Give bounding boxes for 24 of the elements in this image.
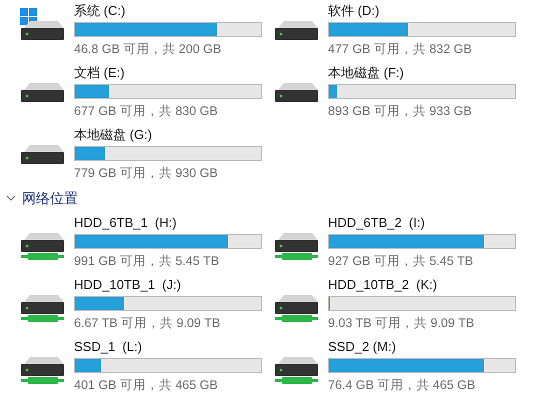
free-space-text: 991 GB 可用，共 5.45 TB — [74, 253, 220, 270]
section-title[interactable]: 网络位置 — [22, 188, 78, 208]
free-space-text: 9.03 TB 可用，共 9.09 TB — [328, 315, 476, 332]
free-space-text: 477 GB 可用，共 832 GB — [328, 41, 473, 58]
chevron-down-icon[interactable] — [6, 193, 16, 203]
drive-name: 本地磁盘 (F:) — [328, 64, 405, 82]
drive-name: SSD_1 (L:) — [74, 338, 143, 356]
drive-name: HDD_10TB_1 (J:) — [74, 276, 182, 294]
free-space-text: 401 GB 可用，共 465 GB — [74, 377, 219, 394]
free-space-text: 677 GB 可用，共 830 GB — [74, 103, 219, 120]
drive-name: HDD_10TB_2 (K:) — [328, 276, 438, 294]
drive-name: SSD_2 (M:) — [328, 338, 397, 356]
drive-name: 系统 (C:) — [74, 2, 126, 20]
drive-name: 软件 (D:) — [328, 2, 380, 20]
free-space-text: 76.4 GB 可用，共 465 GB — [328, 377, 476, 394]
drive-name: 本地磁盘 (G:) — [74, 126, 153, 144]
free-space-text: 893 GB 可用，共 933 GB — [328, 103, 473, 120]
free-space-text: 46.8 GB 可用，共 200 GB — [74, 41, 222, 58]
free-space-text: 6.67 TB 可用，共 9.09 TB — [74, 315, 222, 332]
drive-name: HDD_6TB_2 (I:) — [328, 214, 426, 232]
drive-name: 文档 (E:) — [74, 64, 126, 82]
free-space-text: 779 GB 可用，共 930 GB — [74, 165, 219, 182]
drive-name: HDD_6TB_1 (H:) — [74, 214, 178, 232]
free-space-text: 927 GB 可用，共 5.45 TB — [328, 253, 474, 270]
